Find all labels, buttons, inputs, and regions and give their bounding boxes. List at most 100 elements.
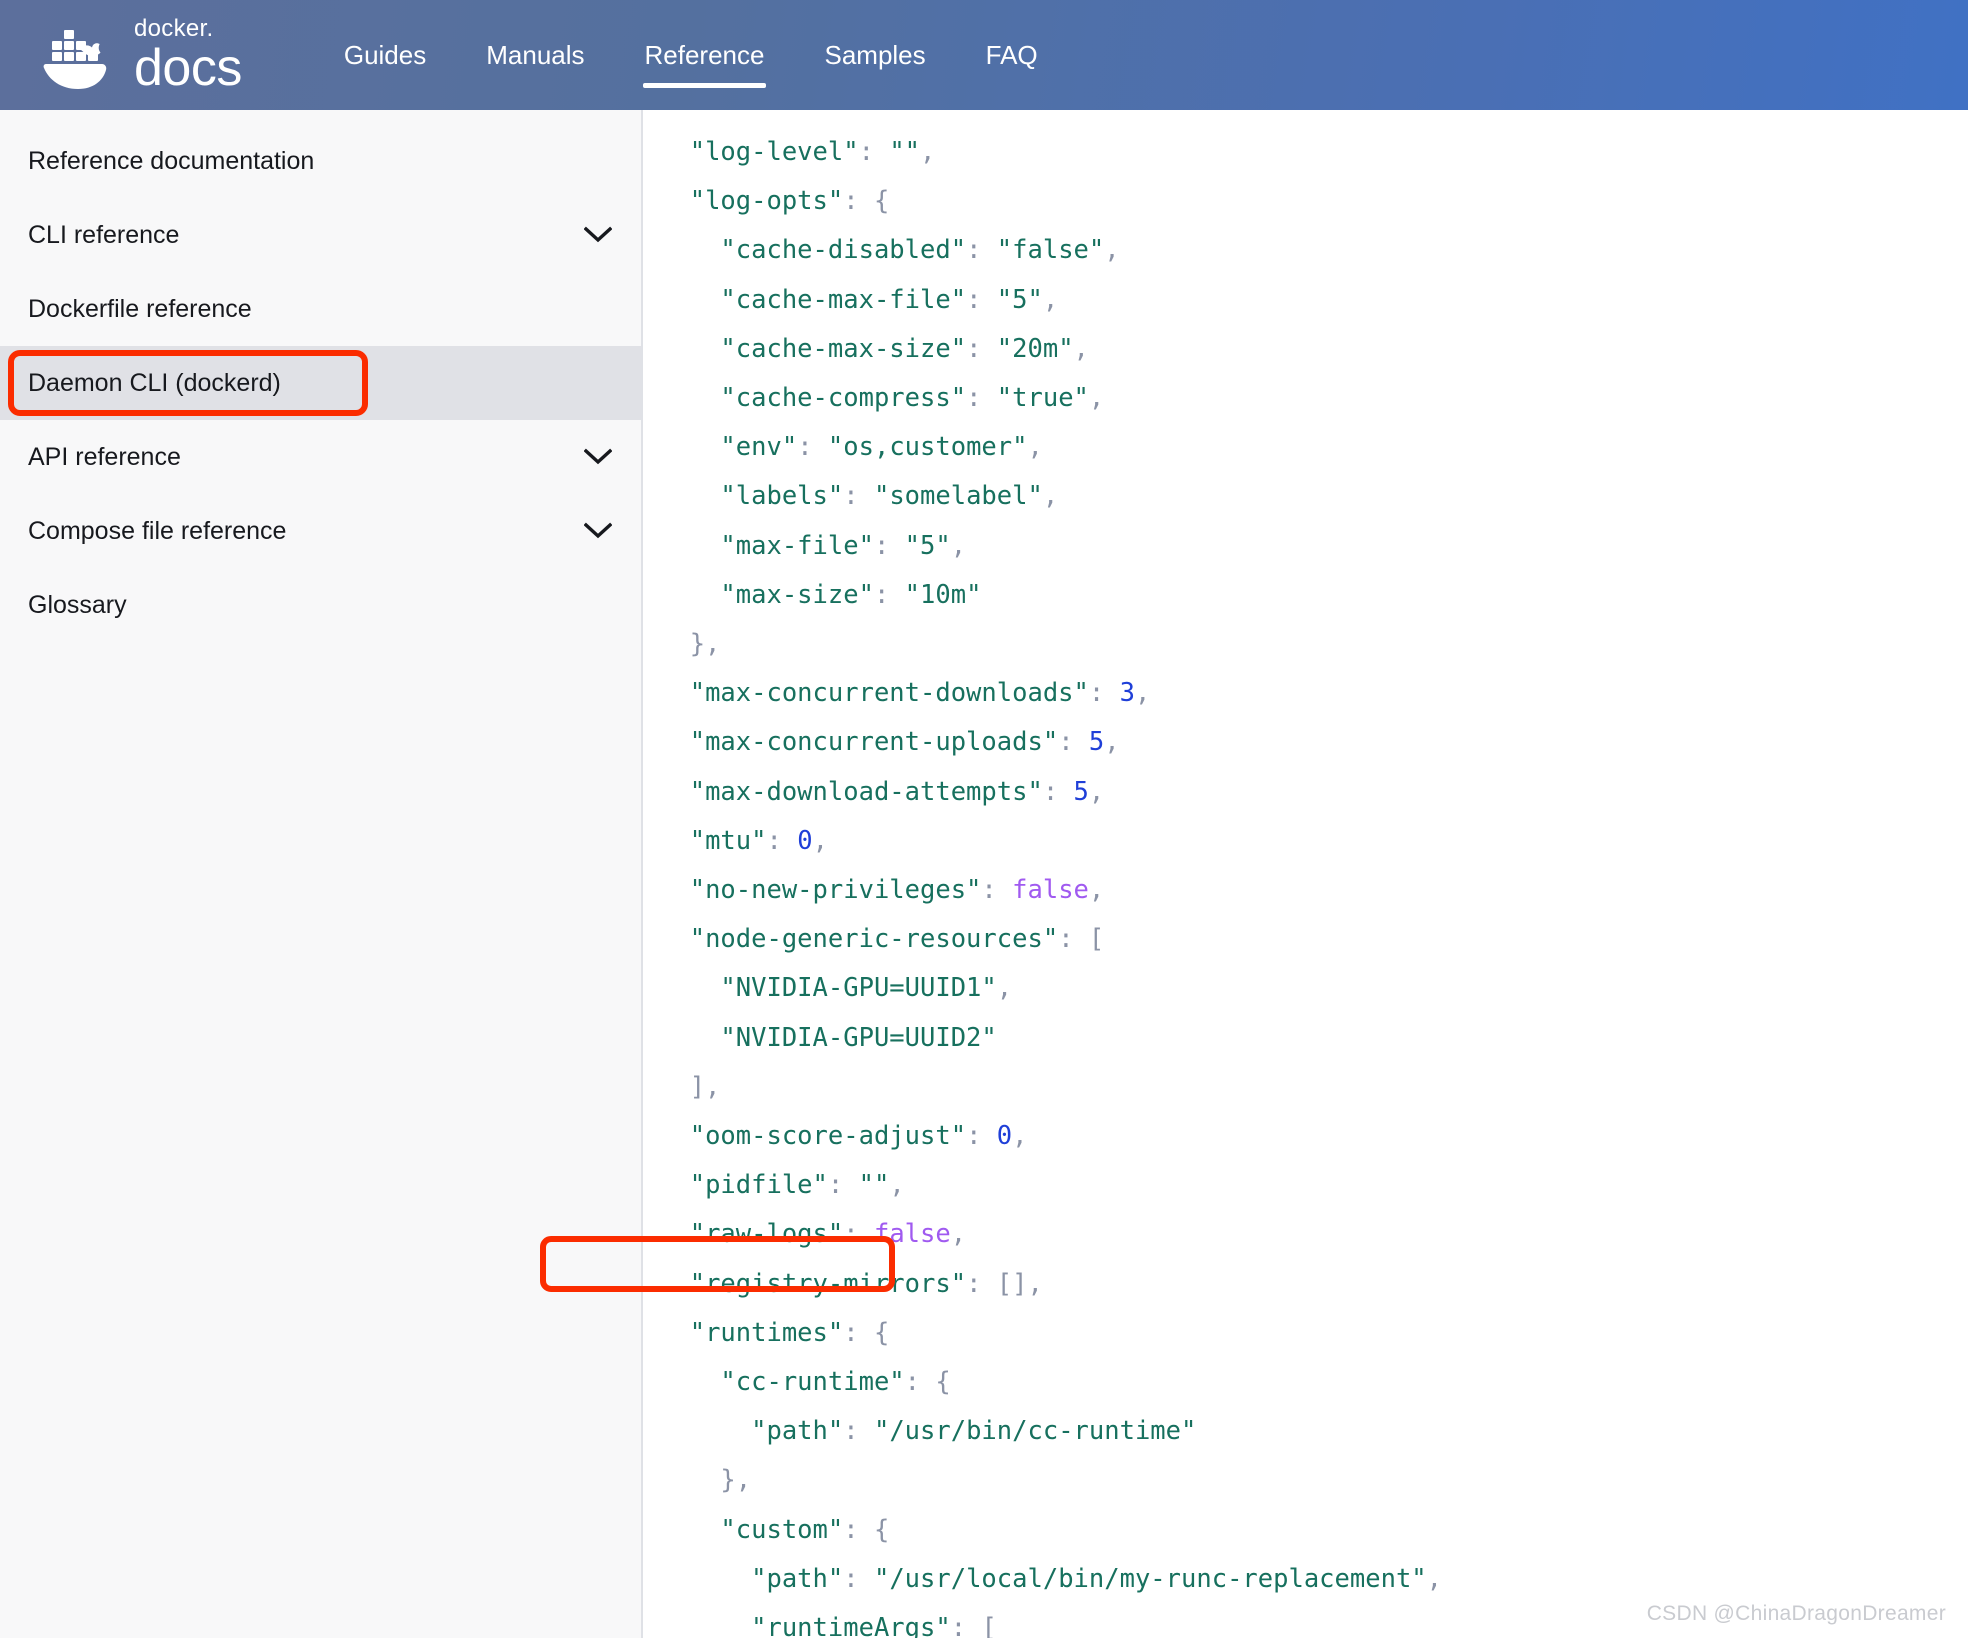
sidebar-item-dockerfile-reference[interactable]: Dockerfile reference	[0, 272, 641, 346]
code-token	[659, 1170, 690, 1200]
code-token: :	[843, 1219, 874, 1249]
code-token: :	[843, 1318, 874, 1348]
code-token: [],	[997, 1269, 1043, 1299]
code-token	[659, 1023, 720, 1053]
code-token: ,	[1074, 334, 1089, 364]
code-line: "path": "/usr/bin/cc-runtime"	[659, 1407, 1968, 1456]
code-token	[659, 334, 720, 364]
sidebar-item-label: Dockerfile reference	[28, 295, 252, 324]
code-line: "runtimes": {	[659, 1309, 1968, 1358]
code-token: ,	[1427, 1564, 1442, 1594]
code-token	[659, 1367, 720, 1397]
code-token: "path"	[751, 1416, 843, 1446]
nav-item-samples[interactable]: Samples	[794, 0, 955, 110]
code-token	[659, 531, 720, 561]
sidebar-item-compose-file-reference[interactable]: Compose file reference	[0, 494, 641, 568]
code-token	[659, 1515, 720, 1545]
code-token: "/usr/local/bin/my-runc-replacement"	[874, 1564, 1427, 1594]
sidebar-item-daemon-cli-dockerd[interactable]: Daemon CLI (dockerd)	[0, 346, 641, 420]
code-line: },	[659, 620, 1968, 669]
docker-docs-page: docker. docs Guides Manuals Reference Sa…	[0, 0, 1968, 1638]
code-token: ,	[951, 1219, 966, 1249]
code-line: "max-size": "10m"	[659, 571, 1968, 620]
nav-label: Reference	[645, 40, 765, 71]
chevron-down-icon[interactable]	[583, 516, 613, 546]
code-token	[659, 1613, 751, 1638]
sidebar-item-label: API reference	[28, 443, 181, 472]
sidebar-item-cli-reference[interactable]: CLI reference	[0, 198, 641, 272]
chevron-down-icon[interactable]	[583, 442, 613, 472]
sidebar-item-api-reference[interactable]: API reference	[0, 420, 641, 494]
code-token: "max-file"	[720, 531, 874, 561]
sidebar-item-label: Daemon CLI (dockerd)	[28, 369, 281, 398]
code-token: "log-opts"	[690, 186, 844, 216]
code-token: :	[966, 285, 997, 315]
code-token: "cc-runtime"	[720, 1367, 904, 1397]
code-token: :	[1089, 678, 1120, 708]
code-token: "os,customer"	[828, 432, 1028, 462]
code-line: "cc-runtime": {	[659, 1358, 1968, 1407]
code-line: "no-new-privileges": false,	[659, 866, 1968, 915]
code-token: ,	[1104, 727, 1119, 757]
code-token	[659, 1269, 690, 1299]
code-block-daemon-json[interactable]: "log-level": "", "log-opts": { "cache-di…	[645, 110, 1968, 1638]
code-token: "registry-mirrors"	[690, 1269, 966, 1299]
code-line: "labels": "somelabel",	[659, 472, 1968, 521]
code-token: "env"	[720, 432, 797, 462]
sidebar-item-glossary[interactable]: Glossary	[0, 568, 641, 642]
code-token: ,	[1135, 678, 1150, 708]
code-token: 5	[1089, 727, 1104, 757]
code-token	[659, 777, 690, 807]
code-token	[659, 1416, 751, 1446]
code-token: ,	[1089, 383, 1104, 413]
code-token: ,	[920, 137, 935, 167]
code-line: ],	[659, 1063, 1968, 1112]
code-token	[659, 1564, 751, 1594]
sidebar-item-reference-documentation[interactable]: Reference documentation	[0, 124, 641, 198]
nav-item-reference[interactable]: Reference	[615, 0, 795, 110]
code-token: "mtu"	[690, 826, 767, 856]
code-token	[659, 383, 720, 413]
code-token: "runtimeArgs"	[751, 1613, 951, 1638]
code-line: "pidfile": "",	[659, 1161, 1968, 1210]
chevron-down-icon[interactable]	[583, 220, 613, 250]
code-token: "log-level"	[690, 137, 859, 167]
nav-item-faq[interactable]: FAQ	[956, 0, 1068, 110]
code-token	[659, 826, 690, 856]
code-token: "no-new-privileges"	[690, 875, 982, 905]
code-token: "true"	[997, 383, 1089, 413]
code-token: "cache-compress"	[720, 383, 966, 413]
code-token: "/usr/bin/cc-runtime"	[874, 1416, 1196, 1446]
code-line: "path": "/usr/local/bin/my-runc-replacem…	[659, 1555, 1968, 1604]
code-line: "raw-logs": false,	[659, 1210, 1968, 1259]
code-token: 0	[797, 826, 812, 856]
code-line: "log-level": "",	[659, 128, 1968, 177]
code-token: :	[1058, 924, 1089, 954]
code-token	[659, 1121, 690, 1151]
code-token: [	[1089, 924, 1104, 954]
code-token: :	[843, 1564, 874, 1594]
code-token: :	[843, 481, 874, 511]
code-line: },	[659, 1456, 1968, 1505]
sidebar-item-label: CLI reference	[28, 221, 179, 250]
code-line: "max-file": "5",	[659, 522, 1968, 571]
code-token: "cache-max-file"	[720, 285, 966, 315]
code-token: ""	[859, 1170, 890, 1200]
code-token: "somelabel"	[874, 481, 1043, 511]
code-token: :	[1043, 777, 1074, 807]
nav-item-guides[interactable]: Guides	[314, 0, 456, 110]
code-token: "NVIDIA-GPU=UUID2"	[720, 1023, 996, 1053]
nav-label: Manuals	[486, 40, 584, 71]
code-token	[659, 186, 690, 216]
code-token: "max-size"	[720, 580, 874, 610]
sidebar-item-label: Glossary	[28, 591, 127, 620]
code-token: :	[966, 1269, 997, 1299]
code-token: "cache-max-size"	[720, 334, 966, 364]
brand-logo[interactable]: docker. docs	[32, 17, 242, 94]
nav-item-manuals[interactable]: Manuals	[456, 0, 614, 110]
code-line: "mtu": 0,	[659, 817, 1968, 866]
sidebar-nav: Reference documentation CLI reference Do…	[0, 110, 643, 1638]
code-token: 3	[1120, 678, 1135, 708]
code-token: ],	[659, 1072, 720, 1102]
code-line: "node-generic-resources": [	[659, 915, 1968, 964]
